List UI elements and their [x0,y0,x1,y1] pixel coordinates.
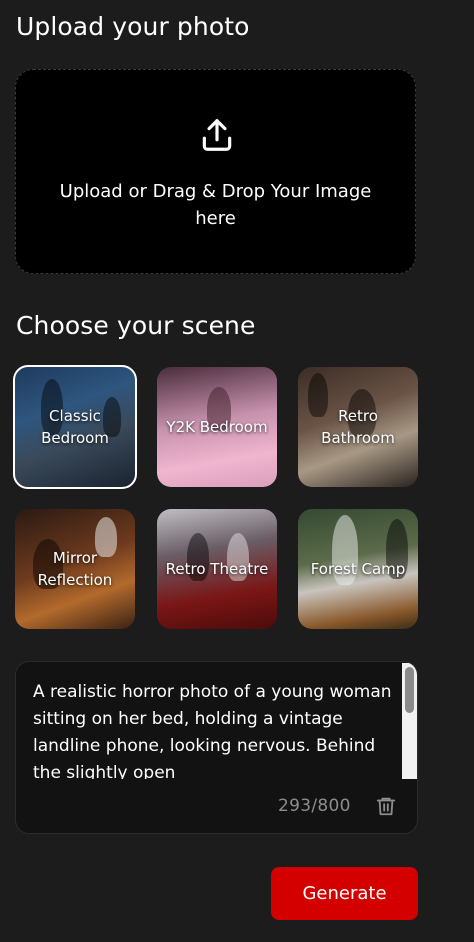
scene-label: Y2K Bedroom [166,418,268,436]
scene-card-retro-theatre[interactable]: Retro Theatre [157,509,277,629]
scene-label: Forest Camp [310,560,406,578]
upload-section-title: Upload your photo [16,12,250,41]
trash-icon[interactable] [375,795,397,817]
upload-instructions: Upload or Drag & Drop Your Image here [59,181,372,229]
scene-label: Retro Bathroom [321,407,395,447]
character-count: 293/800 [278,796,351,816]
scene-card-retro-bathroom[interactable]: Retro Bathroom [298,367,418,487]
scene-card-y2k-bedroom[interactable]: Y2K Bedroom [157,367,277,487]
scene-card-forest-camp[interactable]: Forest Camp [298,509,418,629]
scene-label: Mirror Reflection [37,549,113,589]
scene-card-classic-bedroom[interactable]: Classic Bedroom [13,365,137,489]
prompt-scrollbar[interactable] [402,663,417,779]
generate-button[interactable]: Generate [271,867,418,920]
scene-card-mirror-reflection[interactable]: Mirror Reflection [15,509,135,629]
prompt-textarea[interactable]: A realistic horror photo of a young woma… [33,679,393,779]
upload-icon [202,119,232,151]
scene-label: Retro Theatre [165,560,269,578]
scene-label: Classic Bedroom [41,407,109,447]
scene-section-title: Choose your scene [16,311,256,340]
upload-dropzone[interactable]: Upload or Drag & Drop Your Image here [15,69,416,274]
prompt-editor[interactable]: A realistic horror photo of a young woma… [15,661,418,834]
prompt-scrollbar-thumb[interactable] [405,667,414,713]
